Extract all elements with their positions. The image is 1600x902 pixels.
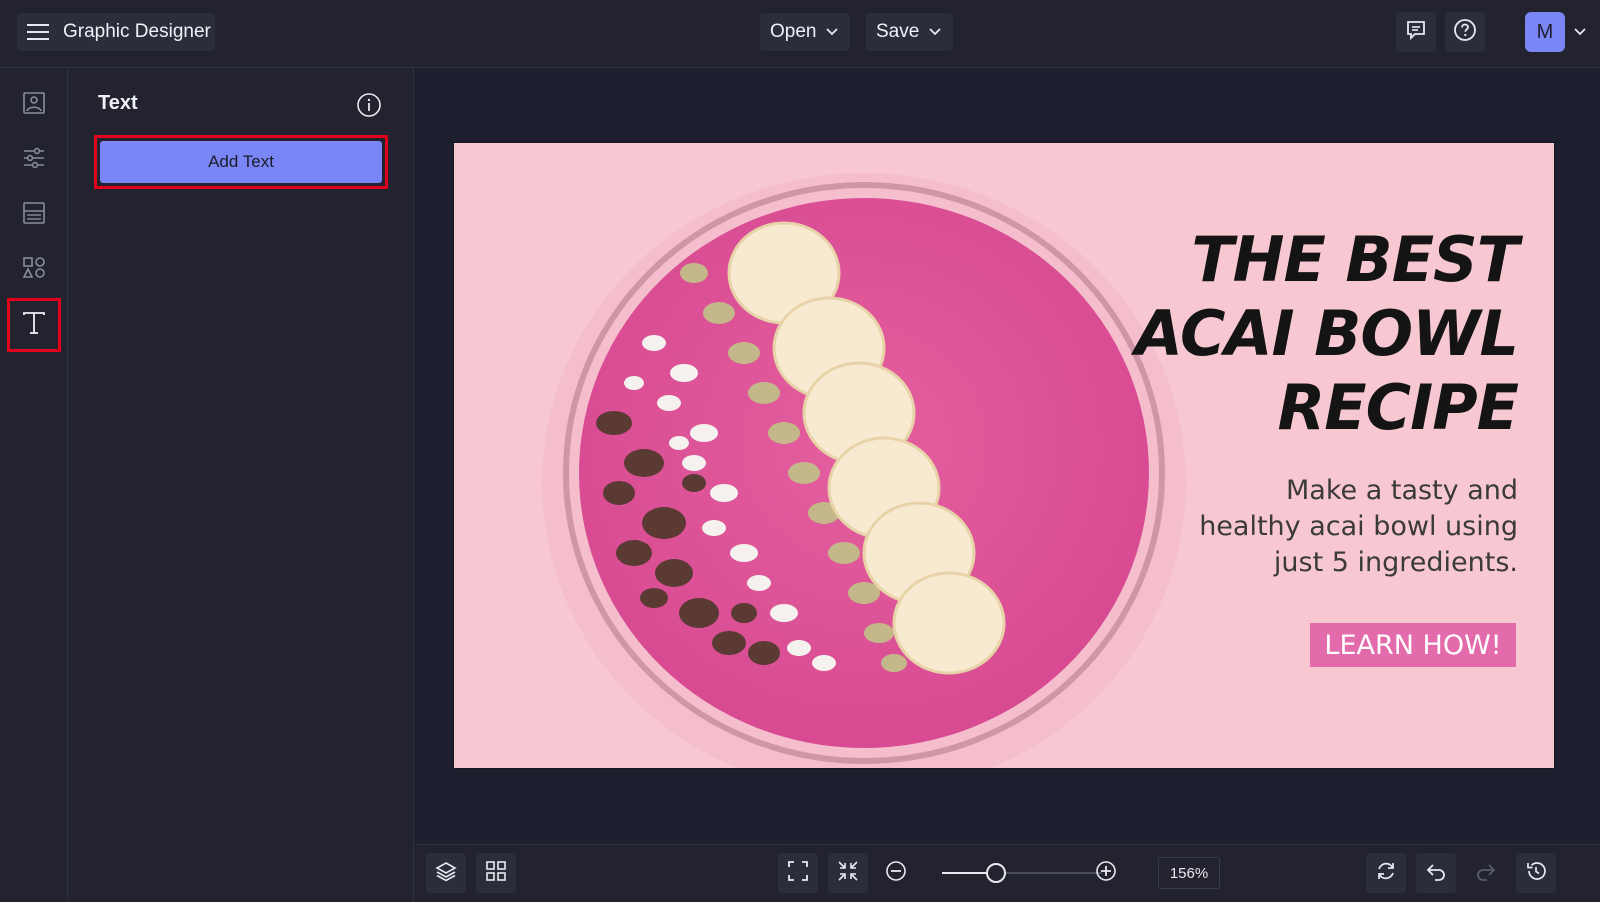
feedback-icon: [1405, 19, 1427, 46]
rail-item-graphics[interactable]: [12, 248, 56, 292]
text-icon: [20, 309, 48, 342]
headline-line: THE BEST: [1191, 223, 1519, 296]
open-label: Open: [770, 21, 817, 42]
shrink-button[interactable]: [828, 853, 868, 893]
add-text-button[interactable]: Add Text: [100, 141, 382, 183]
chevron-down-icon: [929, 28, 941, 36]
info-icon[interactable]: [356, 92, 382, 118]
subtext-line: Make a tasty and: [1286, 475, 1518, 506]
refresh-icon: [1375, 860, 1397, 887]
panel-title: Text: [98, 92, 138, 114]
tool-rail: [0, 68, 68, 902]
save-label: Save: [876, 21, 920, 42]
artboard[interactable]: THE BEST ACAI BOWL RECIPE Make a tasty a…: [454, 143, 1554, 768]
reset-button[interactable]: [1366, 853, 1406, 893]
app-title: Graphic Designer: [63, 21, 211, 42]
rail-item-adjustments[interactable]: [12, 138, 56, 182]
redo-button[interactable]: [1466, 853, 1506, 893]
history-button[interactable]: [1516, 853, 1556, 893]
rail-item-layouts[interactable]: [12, 193, 56, 237]
learn-how-button[interactable]: LEARN HOW!: [1310, 623, 1516, 667]
fit-to-screen-button[interactable]: [778, 853, 818, 893]
help-icon: [1453, 18, 1477, 47]
zoom-in-button[interactable]: [1086, 853, 1126, 893]
layers-icon: [435, 860, 457, 887]
add-text-highlight: Add Text: [94, 135, 388, 189]
expand-icon: [787, 860, 809, 887]
zoom-in-icon: [1095, 860, 1117, 887]
zoom-slider-knob[interactable]: [986, 863, 1006, 883]
grid-button[interactable]: [476, 853, 516, 893]
sliders-icon: [22, 146, 46, 175]
rail-item-image[interactable]: [12, 83, 56, 127]
app-menu-button[interactable]: Graphic Designer: [17, 13, 215, 51]
history-icon: [1525, 860, 1547, 887]
grid-icon: [485, 860, 507, 887]
headline-line: ACAI BOWL: [1134, 297, 1519, 370]
save-dropdown[interactable]: Save: [866, 13, 954, 51]
shapes-icon: [22, 256, 46, 285]
headline-line: RECIPE: [1277, 371, 1519, 444]
undo-icon: [1425, 860, 1447, 887]
help-button[interactable]: [1445, 12, 1485, 52]
zoom-value[interactable]: 156%: [1158, 857, 1220, 889]
account-chevron-down-icon[interactable]: [1570, 24, 1590, 40]
zoom-out-icon: [885, 860, 907, 887]
open-dropdown[interactable]: Open: [760, 13, 851, 51]
zoom-out-button[interactable]: [876, 853, 916, 893]
undo-button[interactable]: [1416, 853, 1456, 893]
redo-icon: [1475, 860, 1497, 887]
image-icon: [22, 91, 46, 120]
top-bar: Graphic Designer Open Save M: [0, 0, 1600, 68]
feedback-button[interactable]: [1396, 12, 1436, 52]
headline[interactable]: THE BEST ACAI BOWL RECIPE: [1098, 223, 1519, 445]
rail-item-text[interactable]: [7, 298, 61, 352]
avatar[interactable]: M: [1525, 12, 1565, 52]
hamburger-menu-icon: [27, 21, 49, 43]
canvas-stage: THE BEST ACAI BOWL RECIPE Make a tasty a…: [414, 68, 1600, 844]
text-panel: Text Add Text: [68, 68, 414, 902]
subtext-line: healthy acai bowl using: [1199, 511, 1518, 542]
layers-button[interactable]: [426, 853, 466, 893]
layout-icon: [22, 201, 46, 230]
chevron-down-icon: [826, 28, 839, 36]
subtext-line: just 5 ingredients.: [1273, 547, 1518, 578]
bottom-toolbar: 156%: [414, 844, 1600, 902]
collapse-icon: [837, 860, 859, 887]
subtext[interactable]: Make a tasty and healthy acai bowl using…: [1098, 473, 1518, 581]
zoom-slider[interactable]: [942, 863, 1102, 883]
